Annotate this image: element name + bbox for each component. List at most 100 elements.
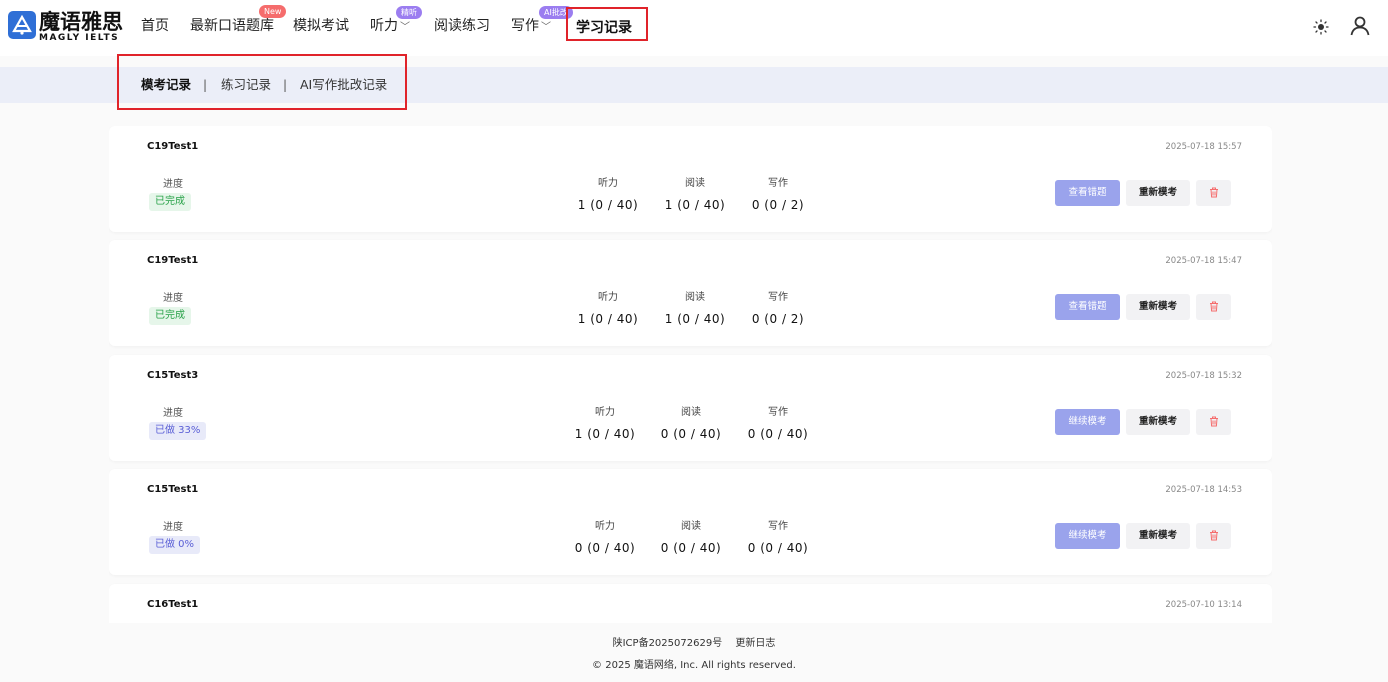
record-card: C19Test1 2025-07-18 15:47 进度 已完成 听力 1 (0… bbox=[109, 240, 1272, 346]
reading-stat: 阅读 0 (0 / 40) bbox=[651, 521, 731, 555]
progress-label: 进度 bbox=[163, 522, 183, 533]
trash-icon bbox=[1209, 416, 1218, 427]
listening-stat: 听力 1 (0 / 40) bbox=[565, 407, 645, 441]
view-errors-button[interactable]: 查看错题 bbox=[1055, 294, 1120, 320]
view-errors-button[interactable]: 查看错题 bbox=[1055, 180, 1120, 206]
nav-listening[interactable]: 听力 ﹀ bbox=[370, 17, 410, 37]
tab-separator: | bbox=[283, 78, 288, 92]
writing-label: 写作 bbox=[768, 292, 788, 303]
listening-score: 1 (0 / 40) bbox=[577, 312, 639, 326]
reading-score: 1 (0 / 40) bbox=[664, 198, 726, 212]
record-title: C19Test1 bbox=[147, 255, 199, 266]
reading-stat: 阅读 1 (0 / 40) bbox=[655, 292, 735, 326]
status-badge: 已做 0% bbox=[149, 536, 201, 554]
writing-score: 0 (0 / 40) bbox=[747, 541, 809, 555]
listening-score: 1 (0 / 40) bbox=[574, 427, 636, 441]
nav-study-records[interactable]: 学习记录 bbox=[566, 7, 648, 41]
listening-label: 听力 bbox=[598, 178, 618, 189]
trash-icon bbox=[1209, 301, 1218, 312]
listening-badge: 精听 bbox=[396, 6, 422, 19]
nav-reading[interactable]: 阅读练习 bbox=[434, 17, 490, 35]
copyright: © 2025 魔语网络, Inc. All rights reserved. bbox=[592, 660, 796, 671]
reading-stat: 阅读 1 (0 / 40) bbox=[655, 178, 735, 212]
status-badge: 已完成 bbox=[149, 193, 191, 211]
logo-text: 魔语雅思 bbox=[39, 10, 123, 34]
delete-button[interactable] bbox=[1196, 294, 1231, 320]
nav-writing[interactable]: 写作 ﹀ bbox=[511, 17, 551, 37]
progress-label: 进度 bbox=[163, 179, 183, 190]
listening-label: 听力 bbox=[598, 292, 618, 303]
reading-label: 阅读 bbox=[681, 521, 701, 532]
tab-ai-writing-records[interactable]: AI写作批改记录 bbox=[300, 77, 387, 93]
nav-writing-label: 写作 bbox=[511, 18, 539, 34]
logo[interactable]: 魔语雅思 MAGLY IELTS bbox=[8, 10, 128, 46]
logo-subtext: MAGLY IELTS bbox=[39, 33, 120, 43]
logo-icon bbox=[8, 11, 36, 39]
listening-stat: 听力 1 (0 / 40) bbox=[568, 292, 648, 326]
nav-listening-label: 听力 bbox=[370, 18, 398, 34]
writing-label: 写作 bbox=[768, 521, 788, 532]
icp-link[interactable]: 陕ICP备2025072629号 bbox=[613, 638, 723, 649]
progress-label: 进度 bbox=[163, 293, 183, 304]
nav-study-records-label: 学习记录 bbox=[576, 20, 632, 36]
status-badge: 已做 33% bbox=[149, 422, 207, 440]
continue-exam-button[interactable]: 继续模考 bbox=[1055, 523, 1120, 549]
progress-label: 进度 bbox=[163, 408, 183, 419]
writing-stat: 写作 0 (0 / 40) bbox=[738, 407, 818, 441]
writing-label: 写作 bbox=[768, 178, 788, 189]
nav-mock-exam[interactable]: 模拟考试 bbox=[293, 17, 349, 35]
user-icon[interactable] bbox=[1348, 14, 1372, 38]
record-card: C16Test1 2025-07-10 13:14 bbox=[109, 584, 1272, 623]
reading-label: 阅读 bbox=[685, 292, 705, 303]
retake-button[interactable]: 重新模考 bbox=[1126, 180, 1190, 206]
nav-speaking-label: 最新口语题库 bbox=[190, 18, 274, 34]
sun-icon[interactable] bbox=[1311, 17, 1331, 37]
tab-separator: | bbox=[203, 78, 208, 92]
record-title: C16Test1 bbox=[147, 599, 199, 610]
trash-icon bbox=[1209, 530, 1218, 541]
record-date: 2025-07-18 14:53 bbox=[1165, 485, 1242, 495]
delete-button[interactable] bbox=[1196, 523, 1231, 549]
listening-label: 听力 bbox=[595, 521, 615, 532]
reading-score: 0 (0 / 40) bbox=[660, 427, 722, 441]
record-card: C15Test1 2025-07-18 14:53 进度 已做 0% 听力 0 … bbox=[109, 469, 1272, 575]
record-title: C19Test1 bbox=[147, 141, 199, 152]
writing-stat: 写作 0 (0 / 40) bbox=[738, 521, 818, 555]
reading-score: 0 (0 / 40) bbox=[660, 541, 722, 555]
retake-button[interactable]: 重新模考 bbox=[1126, 409, 1190, 435]
retake-button[interactable]: 重新模考 bbox=[1126, 523, 1190, 549]
reading-label: 阅读 bbox=[681, 407, 701, 418]
continue-exam-button[interactable]: 继续模考 bbox=[1055, 409, 1120, 435]
retake-button[interactable]: 重新模考 bbox=[1126, 294, 1190, 320]
chevron-down-icon: ﹀ bbox=[400, 22, 410, 33]
changelog-link[interactable]: 更新日志 bbox=[735, 638, 775, 649]
writing-score: 0 (0 / 40) bbox=[747, 427, 809, 441]
record-date: 2025-07-10 13:14 bbox=[1165, 600, 1242, 610]
listening-label: 听力 bbox=[595, 407, 615, 418]
trash-icon bbox=[1209, 187, 1218, 198]
record-date: 2025-07-18 15:32 bbox=[1165, 371, 1242, 381]
status-badge: 已完成 bbox=[149, 307, 191, 325]
delete-button[interactable] bbox=[1196, 409, 1231, 435]
nav-speaking-bank[interactable]: 最新口语题库 bbox=[190, 17, 274, 35]
writing-stat: 写作 0 (0 / 2) bbox=[738, 178, 818, 212]
nav-home[interactable]: 首页 bbox=[141, 17, 169, 35]
writing-score: 0 (0 / 2) bbox=[751, 198, 805, 212]
tab-practice-records[interactable]: 练习记录 bbox=[221, 77, 271, 93]
record-date: 2025-07-18 15:57 bbox=[1165, 142, 1242, 152]
listening-stat: 听力 0 (0 / 40) bbox=[565, 521, 645, 555]
delete-button[interactable] bbox=[1196, 180, 1231, 206]
records-list: C19Test1 2025-07-18 15:57 进度 已完成 听力 1 (0… bbox=[109, 126, 1272, 623]
record-card: C15Test3 2025-07-18 15:32 进度 已做 33% 听力 1… bbox=[109, 355, 1272, 461]
footer-links: 陕ICP备2025072629号 更新日志 bbox=[0, 634, 1388, 649]
listening-score: 0 (0 / 40) bbox=[574, 541, 636, 555]
listening-stat: 听力 1 (0 / 40) bbox=[568, 178, 648, 212]
chevron-down-icon: ﹀ bbox=[541, 22, 551, 33]
reading-stat: 阅读 0 (0 / 40) bbox=[651, 407, 731, 441]
writing-score: 0 (0 / 2) bbox=[751, 312, 805, 326]
reading-score: 1 (0 / 40) bbox=[664, 312, 726, 326]
writing-stat: 写作 0 (0 / 2) bbox=[738, 292, 818, 326]
tab-mock-records[interactable]: 模考记录 bbox=[141, 77, 191, 93]
record-title: C15Test3 bbox=[147, 370, 199, 381]
writing-label: 写作 bbox=[768, 407, 788, 418]
